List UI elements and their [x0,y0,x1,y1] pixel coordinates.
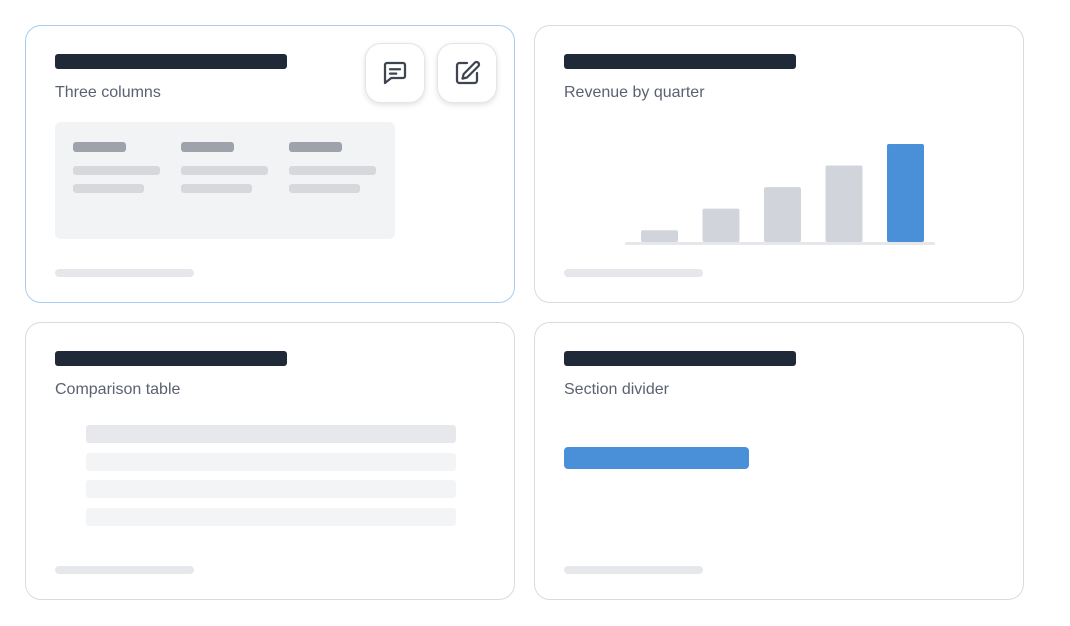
card-title-placeholder [55,54,287,69]
chart-bar [702,208,740,242]
table-header-placeholder [86,425,456,443]
table-row-placeholder [86,508,456,526]
card-label: Comparison table [55,381,181,398]
edit-button[interactable] [437,43,497,103]
comment-button[interactable] [365,43,425,103]
card-label: Three columns [55,84,161,101]
section-divider-bar [564,447,749,469]
edit-icon [455,60,481,85]
card-label: Section divider [564,381,669,398]
column-placeholder [181,142,268,193]
chart-bar [641,230,678,242]
card-title-placeholder [564,351,796,366]
card-footer-placeholder [564,269,703,277]
card-title-placeholder [55,351,287,366]
column-placeholder [289,142,376,193]
table-row-placeholder [86,480,456,498]
layout-card-three-columns[interactable]: Three columns [25,25,515,303]
chart-bar [887,144,924,242]
layout-card-comparison-table[interactable]: Comparison table [25,322,515,600]
layout-card-section-divider[interactable]: Section divider [534,322,1024,600]
chart-baseline [625,242,935,245]
comment-icon [383,61,407,85]
revenue-bar-chart [625,144,935,245]
card-footer-placeholder [55,566,194,574]
chart-bar [764,187,801,242]
column-placeholder [73,142,160,193]
table-row-placeholder [86,453,456,471]
layout-card-revenue-by-quarter[interactable]: Revenue by quarter [534,25,1024,303]
card-footer-placeholder [564,566,703,574]
card-footer-placeholder [55,269,194,277]
three-columns-preview [55,122,395,239]
chart-bar [825,165,863,242]
